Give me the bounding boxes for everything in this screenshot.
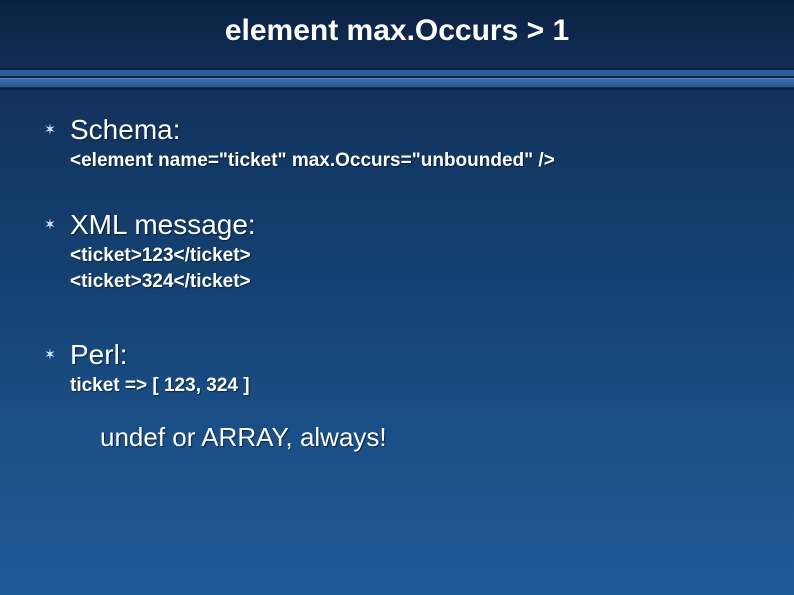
- list-item: Schema: <element name="ticket" max.Occur…: [30, 112, 754, 173]
- star-bullet-icon: [30, 337, 70, 361]
- list-item: Perl: ticket => [ 123, 324 ]: [30, 337, 754, 398]
- star-bullet-icon: [30, 207, 70, 231]
- slide-title: element max.Occurs > 1: [0, 0, 794, 62]
- slide-content: Schema: <element name="ticket" max.Occur…: [0, 90, 794, 453]
- code-line: ticket => [ 123, 324 ]: [70, 374, 754, 398]
- section-heading: Schema:: [70, 112, 754, 147]
- code-line: <element name="ticket" max.Occurs="unbou…: [70, 149, 754, 173]
- final-line: undef or ARRAY, always!: [100, 422, 754, 453]
- divider-bands: [0, 68, 794, 90]
- section-heading: XML message:: [70, 207, 754, 242]
- star-bullet-icon: [30, 112, 70, 136]
- code-line: <ticket>324</ticket>: [70, 270, 754, 294]
- section-heading: Perl:: [70, 337, 754, 372]
- list-item: XML message: <ticket>123</ticket> <ticke…: [30, 207, 754, 294]
- code-line: <ticket>123</ticket>: [70, 244, 754, 268]
